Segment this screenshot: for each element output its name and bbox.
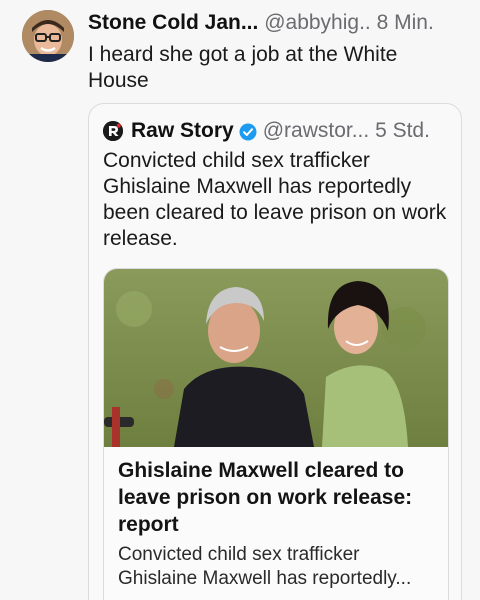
quoted-post-card[interactable]: Raw Story @rawstor... 5 Std. Convicted c… (88, 103, 462, 600)
author-handle[interactable]: @abbyhig.. (264, 11, 371, 34)
link-preview-title[interactable]: Ghislaine Maxwell cleared to leave priso… (118, 457, 440, 538)
post-header: Stone Cold Jan... @abbyhig.. 8 Min. (88, 10, 468, 36)
quoted-post-header: Raw Story @rawstor... 5 Std. (103, 118, 453, 144)
user-avatar[interactable] (22, 10, 74, 62)
link-preview-description: Convicted child sex trafficker Ghislaine… (118, 544, 412, 589)
post-timestamp[interactable]: 8 Min. (377, 11, 434, 34)
quoted-author-handle[interactable]: @rawstor... (263, 118, 370, 144)
post-text: I heard she got a job at the White House (88, 43, 398, 92)
feed-post: Stone Cold Jan... @abbyhig.. 8 Min. I he… (0, 0, 480, 600)
quoted-post-text: Convicted child sex trafficker Ghislaine… (103, 149, 447, 250)
verified-badge-icon (239, 122, 257, 141)
quoted-post-timestamp[interactable]: 5 Std. (375, 118, 430, 144)
link-preview-image (104, 269, 448, 447)
author-name[interactable]: Stone Cold Jan... (88, 11, 258, 34)
quoted-author-name[interactable]: Raw Story (131, 118, 234, 144)
avatar-photo (22, 10, 74, 62)
link-preview-card[interactable]: Ghislaine Maxwell cleared to leave priso… (103, 268, 449, 600)
raw-story-logo-icon (103, 121, 123, 141)
